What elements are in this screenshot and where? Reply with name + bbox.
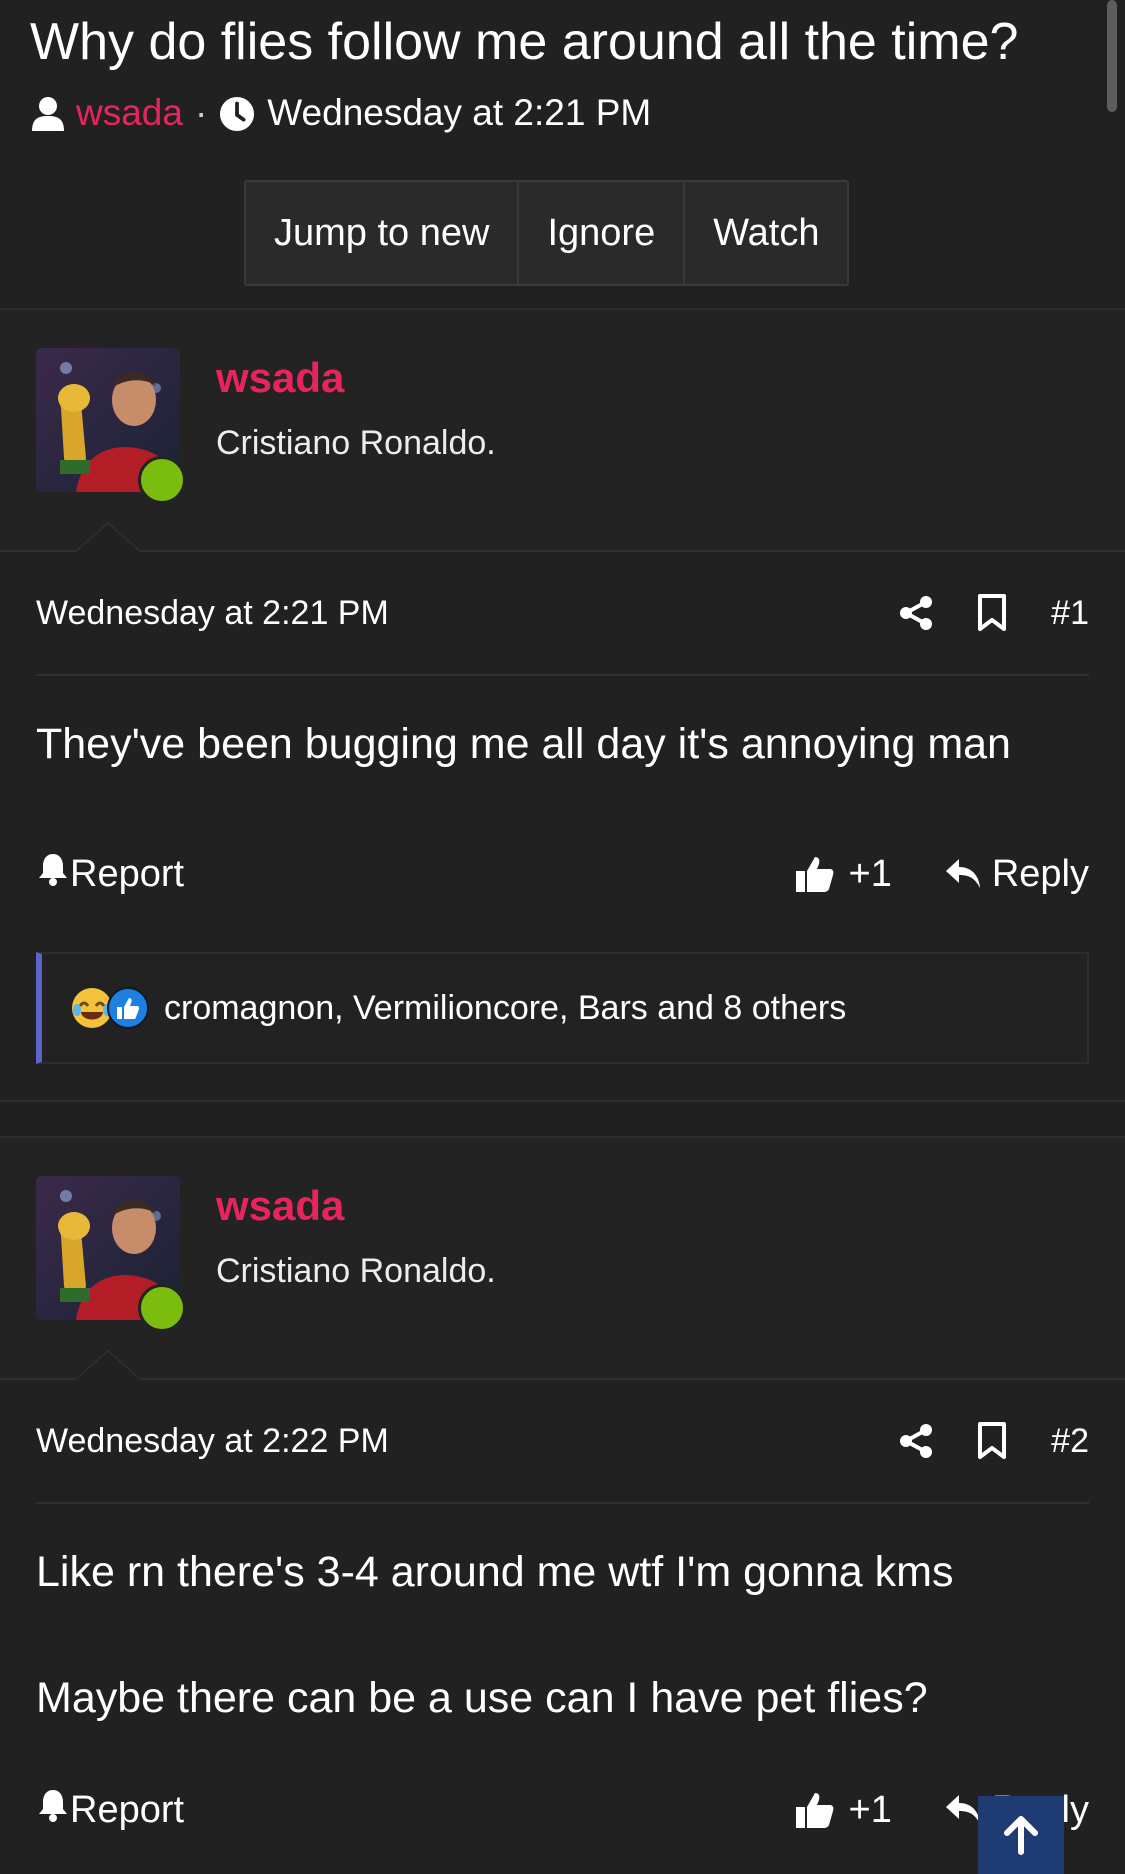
like-button[interactable]: +1 [795, 1789, 892, 1832]
avatar[interactable] [36, 1176, 186, 1332]
user-title: Cristiano Ronaldo. [216, 424, 496, 462]
post-separator [0, 1100, 1125, 1138]
post-number[interactable]: #2 [1051, 1422, 1089, 1461]
meta-separator: · [194, 92, 208, 133]
post-meta: Wednesday at 2:22 PM #2 [36, 1380, 1089, 1504]
user-block-pointer-inner [76, 524, 140, 552]
clock-icon [219, 95, 255, 132]
post-text: They've been bugging me all day it's ann… [36, 676, 1089, 770]
thread-header: Why do flies follow me around all the ti… [0, 0, 1125, 308]
online-status-dot [138, 1284, 186, 1332]
ignore-button[interactable]: Ignore [519, 182, 686, 284]
scroll-to-top-button[interactable] [978, 1796, 1064, 1874]
thumbs-up-icon [795, 1790, 835, 1830]
post-body: Wednesday at 2:22 PM #2 Like rn there's … [0, 1380, 1125, 1840]
report-button[interactable]: Report [36, 1787, 795, 1833]
thread-meta: wsada · Wednesday at 2:21 PM [30, 92, 1095, 134]
post-text: Like rn there's 3-4 around me wtf I'm go… [36, 1504, 1089, 1724]
share-icon[interactable] [899, 1423, 933, 1459]
avatar[interactable] [36, 348, 186, 504]
bookmark-icon[interactable] [977, 1422, 1007, 1460]
post-body: Wednesday at 2:21 PM #1 They've been bug… [0, 552, 1125, 1064]
like-button[interactable]: +1 [795, 853, 892, 896]
thread-time[interactable]: Wednesday at 2:21 PM [267, 92, 651, 134]
report-button[interactable]: Report [36, 851, 795, 897]
reply-label: Reply [991, 852, 1089, 895]
thumbs-up-icon [795, 854, 835, 894]
thread-button-group: Jump to new Ignore Watch [244, 180, 850, 286]
reply-button[interactable]: Reply [944, 853, 1089, 896]
post-date[interactable]: Wednesday at 2:22 PM [36, 1422, 855, 1461]
post-username[interactable]: wsada [216, 1182, 344, 1230]
share-icon[interactable] [899, 595, 933, 631]
post-actions: Report +1 Reply [36, 1780, 1089, 1840]
report-label: Report [70, 852, 185, 895]
thread-author-link[interactable]: wsada [76, 92, 183, 134]
arrow-up-icon [1001, 1815, 1041, 1855]
post-username[interactable]: wsada [216, 354, 344, 402]
post-user-block: wsada Cristiano Ronaldo. [0, 310, 1125, 552]
post-number[interactable]: #1 [1051, 594, 1089, 633]
report-label: Report [70, 1788, 185, 1831]
post-1: wsada Cristiano Ronaldo. Wednesday at 2:… [0, 310, 1125, 1138]
bookmark-icon[interactable] [977, 594, 1007, 632]
reply-icon [944, 1793, 982, 1827]
bell-icon [36, 851, 70, 897]
post-meta: Wednesday at 2:21 PM #1 [36, 552, 1089, 676]
post-user-block: wsada Cristiano Ronaldo. [0, 1138, 1125, 1380]
like-reaction-icon [107, 987, 149, 1029]
post-line: Maybe there can be a use can I have pet … [36, 1674, 928, 1722]
reaction-icons [70, 986, 150, 1030]
reactions-bar[interactable]: cromagnon, Vermilioncore, Bars and 8 oth… [36, 952, 1089, 1064]
bell-icon [36, 1787, 70, 1833]
post-actions: Report +1 Reply [36, 844, 1089, 904]
like-count: +1 [848, 852, 892, 895]
jump-to-new-button[interactable]: Jump to new [246, 182, 520, 284]
reactions-text[interactable]: cromagnon, Vermilioncore, Bars and 8 oth… [164, 989, 846, 1028]
like-count: +1 [848, 1788, 892, 1831]
online-status-dot [138, 456, 186, 504]
post-2: wsada Cristiano Ronaldo. Wednesday at 2:… [0, 1138, 1125, 1840]
user-icon [30, 95, 66, 131]
post-line: They've been bugging me all day it's ann… [36, 720, 1011, 768]
user-block-pointer-inner [76, 1352, 140, 1380]
watch-button[interactable]: Watch [685, 182, 848, 284]
post-line: Like rn there's 3-4 around me wtf I'm go… [36, 1548, 954, 1596]
post-date[interactable]: Wednesday at 2:21 PM [36, 594, 855, 633]
user-title: Cristiano Ronaldo. [216, 1252, 496, 1290]
thread-title: Why do flies follow me around all the ti… [30, 13, 1019, 71]
reply-icon [944, 857, 982, 891]
